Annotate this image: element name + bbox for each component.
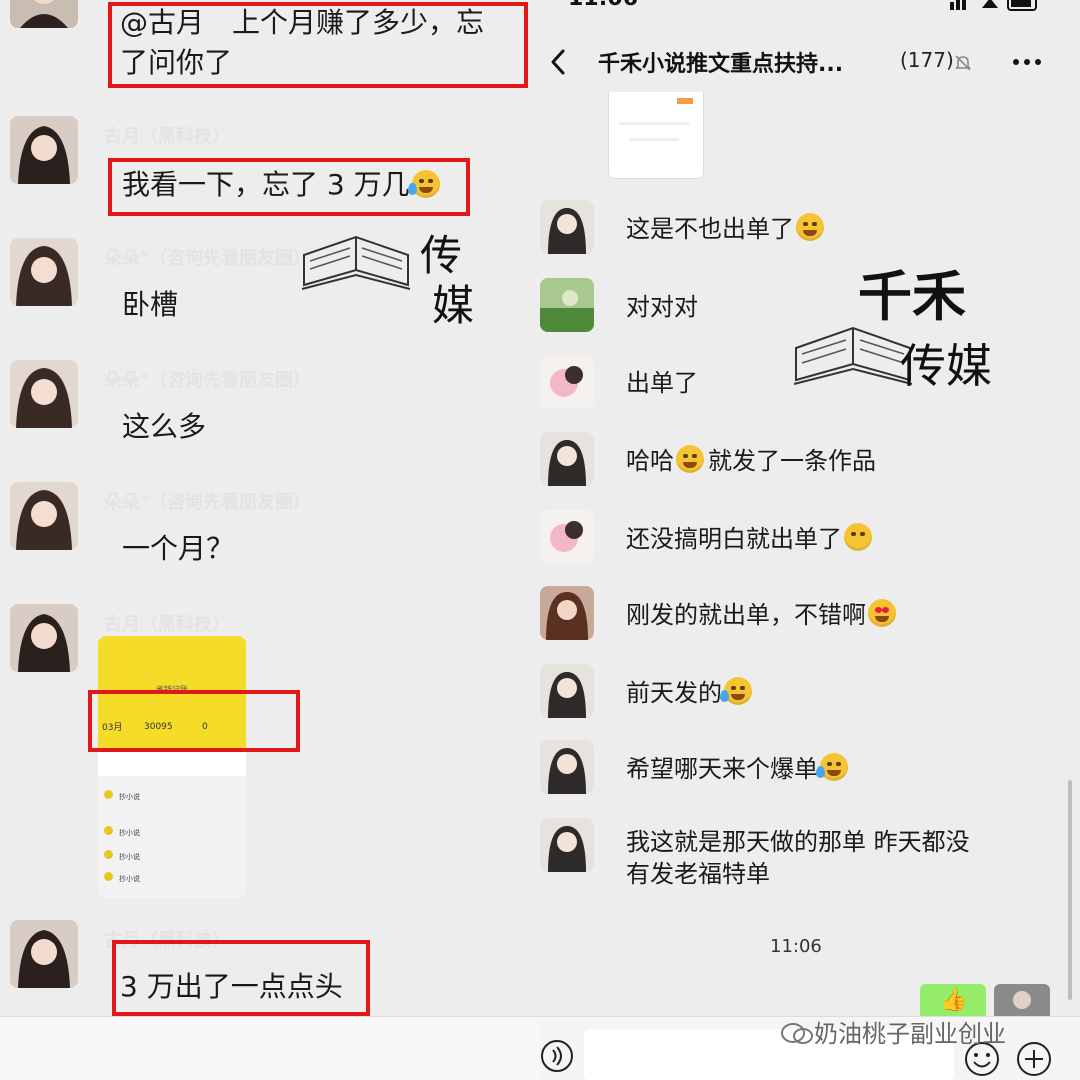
right-chat-panel: 11:06 千禾小说推文重点扶持... (177) 千禾 传媒: [540, 0, 1080, 1080]
sender-name: 古月（黑科技）: [104, 614, 230, 635]
highlight-box: [108, 2, 528, 88]
laughing-tears-emoji-icon: [816, 753, 848, 781]
sender-name: 朵朵°（咨询先看朋友圈）: [104, 370, 311, 391]
screenshot-entry: 抄小说: [104, 850, 140, 862]
highlight-box: [88, 690, 300, 752]
avatar[interactable]: [10, 482, 78, 550]
back-arrow-icon[interactable]: [548, 48, 568, 76]
sender-name: 朵朵°（咨询先看朋友圈）: [104, 248, 311, 269]
avatar[interactable]: [10, 360, 78, 428]
member-count: (177): [900, 48, 954, 72]
wechat-logo-icon: [780, 1022, 814, 1046]
avatar[interactable]: [540, 818, 594, 872]
image-message[interactable]: 省钱记账 03月 30095 0 抄小说 抄小说 抄小说 抄小说: [98, 636, 246, 898]
avatar[interactable]: [540, 355, 594, 409]
status-time: 11:06: [568, 0, 638, 11]
account-watermark: 奶油桃子副业创业: [780, 1014, 1006, 1049]
grin-emoji-icon: [796, 213, 824, 241]
screenshot-entry: 抄小说: [104, 872, 140, 884]
image-message[interactable]: [608, 92, 704, 179]
watermark-text: 传媒: [900, 339, 992, 393]
message-text: 还没搞明白就出单了: [626, 520, 872, 558]
highlight-box: [112, 940, 370, 1016]
avatar[interactable]: [540, 586, 594, 640]
message-text: 刚发的就出单，不错啊: [626, 596, 896, 634]
avatar[interactable]: [10, 920, 78, 988]
message-text: 对对对: [626, 293, 698, 321]
chat-header: 11:06 千禾小说推文重点扶持... (177): [540, 0, 1080, 92]
left-chat-panel: @古月 上个月赚了多少，忘 了问你了 古月（黑科技） 我看一下，忘了 3 万几 …: [0, 0, 540, 1080]
screenshot-entry: 抄小说: [104, 826, 140, 838]
laughing-tears-emoji-icon: [720, 677, 752, 705]
more-options-icon[interactable]: [1012, 58, 1042, 66]
message-text: 前天发的: [626, 674, 752, 712]
input-bar: [0, 1016, 540, 1080]
avatar[interactable]: [540, 200, 594, 254]
thumbs-up-icon: 👍: [940, 988, 968, 1013]
avatar[interactable]: [540, 664, 594, 718]
avatar[interactable]: [540, 432, 594, 486]
plus-button-icon[interactable]: [1016, 1041, 1052, 1077]
heart-eyes-emoji-icon: [868, 599, 896, 627]
message-text: 一个月？: [122, 532, 235, 565]
message-text: 有发老福特单: [626, 860, 770, 888]
screenshot-tabbar: [98, 748, 246, 776]
screenshot-entry: 抄小说: [104, 790, 140, 802]
timestamp: 11:06: [770, 936, 822, 957]
sender-name: 古月（黑科技）: [104, 126, 230, 147]
avatar[interactable]: [540, 510, 594, 564]
message-text: 我这就是那天做的那单 昨天都没: [626, 828, 970, 856]
sender-name: 朵朵°（咨询先看朋友圈）: [104, 492, 311, 513]
message-text: 卧槽: [122, 288, 179, 321]
message-text: 这么多: [122, 410, 207, 443]
thinking-emoji-icon: [844, 523, 872, 551]
voice-input-icon[interactable]: [540, 1039, 574, 1073]
status-icons: [950, 0, 1037, 11]
avatar[interactable]: [10, 116, 78, 184]
mute-bell-icon: [955, 55, 971, 71]
avatar[interactable]: [540, 740, 594, 794]
chat-title: 千禾小说推文重点扶持...: [598, 52, 844, 77]
avatar[interactable]: [10, 0, 78, 28]
watermark-text: 媒: [432, 281, 475, 330]
highlight-box: [108, 158, 470, 216]
book-watermark-icon: [301, 235, 411, 290]
message-text: 这是不也出单了: [626, 210, 824, 248]
laughing-emoji-icon: [676, 445, 704, 473]
scrollbar[interactable]: [1068, 780, 1072, 1000]
avatar[interactable]: [10, 238, 78, 306]
book-watermark-icon: [793, 326, 913, 385]
message-text: 希望哪天来个爆单: [626, 750, 848, 788]
message-text: 哈哈 就发了一条作品: [626, 445, 876, 475]
avatar[interactable]: [540, 278, 594, 332]
avatar[interactable]: [10, 604, 78, 672]
message-text: 出单了: [626, 369, 698, 397]
